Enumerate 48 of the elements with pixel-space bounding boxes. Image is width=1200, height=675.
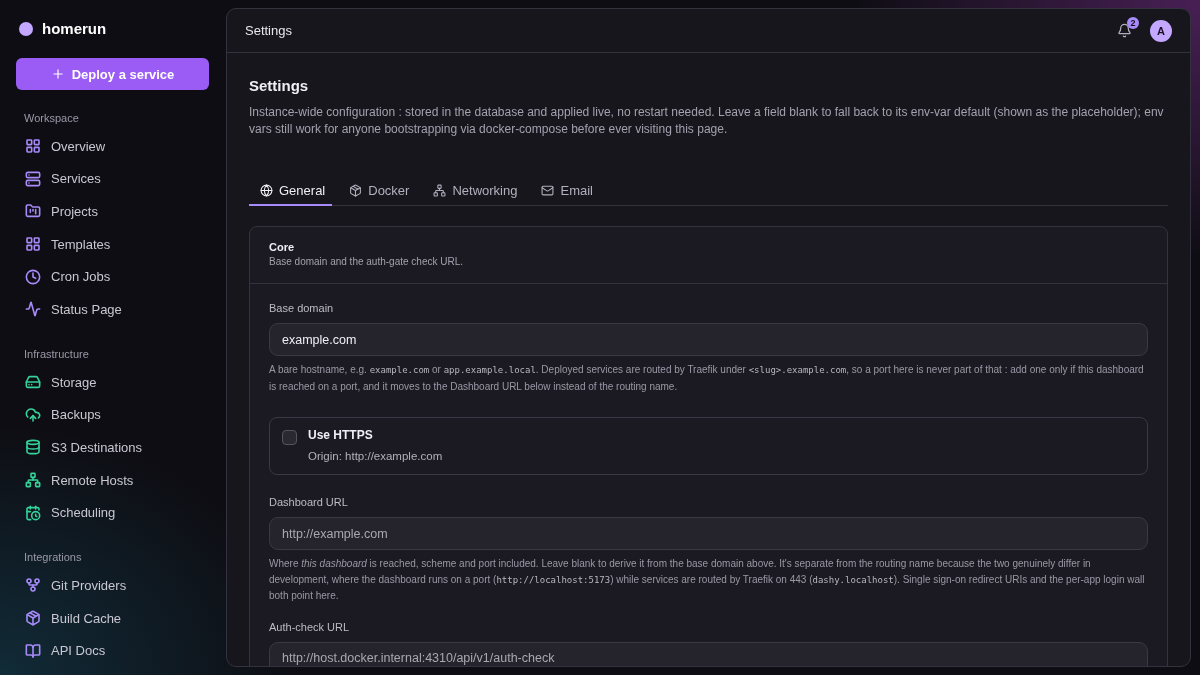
sidebar-item[interactable]: Templates	[16, 227, 210, 261]
sidebar-item[interactable]: Status Page	[16, 293, 210, 326]
settings-tab[interactable]: General	[249, 176, 333, 206]
plus-icon	[50, 67, 65, 82]
text-field[interactable]: example.com	[269, 323, 1148, 356]
notifications-icon[interactable]	[1117, 23, 1132, 38]
field-label: Base domain	[269, 302, 335, 314]
sidebar-item[interactable]: Scheduling	[16, 496, 210, 530]
brand-logo-icon	[19, 21, 33, 36]
sidebar-item[interactable]: Git Providers	[16, 569, 210, 602]
field-hint: A bare hostname, e.g. example.com or app.example.local. Deployed services are routed by Traefik under <slug>.example.com, so a port here is never part of that : add one only if this dashboard is reached on a port, and it moves to the Dashboard URL below instead of the routing name.	[269, 363, 1145, 394]
page-description: Instance-wide configuration : stored in the database and applied live, no restart needed. Leave a field blank to fall back to its env-var default (shown as the placeholder); env vars still work for anyone bootstrapping via docker-compose before ever visiting this page.	[249, 104, 1165, 138]
field-label: Auth-check URL	[269, 620, 351, 633]
sidebar-item[interactable]: API Docs	[16, 634, 210, 668]
brand-name: homerun	[42, 20, 107, 38]
page-title: Settings	[249, 77, 310, 94]
text-field[interactable]: http://host.docker.internal:4310/api/v1/auth-check	[269, 641, 1148, 666]
text-field[interactable]: http://example.com	[269, 517, 1148, 550]
field-hint: Where this dashboard is reached, scheme and port included. Leave blank to derive it from the base domain above. It's separate from the routing name because the two genuinely differ in development, where the dashboard runs on a port (http://localhost:5173) while services are routed by Traefik on 443 (dashy.localhost). Single sign-on redirect URIs and the per-app login wall both point here.	[269, 557, 1146, 603]
package-icon	[349, 183, 363, 197]
settings-tab[interactable]: Email	[530, 176, 600, 206]
sidebar-item[interactable]: Build Cache	[16, 601, 210, 635]
checkbox-label: Use HTTPS	[308, 428, 374, 442]
sidebar-item[interactable]: Remote Hosts	[16, 463, 210, 497]
globe-icon	[260, 183, 273, 197]
mail-icon	[541, 183, 555, 197]
option-detail: Origin: http://example.com	[308, 450, 443, 462]
sidebar-section-title: Integrations	[24, 551, 83, 564]
sidebar-section-title: Workspace	[24, 111, 80, 124]
card-subtitle: Base domain and the auth-gate check URL.	[269, 256, 464, 267]
page-header-title: Settings	[245, 23, 293, 38]
notification-count: 2	[1127, 17, 1139, 29]
user-avatar[interactable]: A	[1150, 19, 1172, 42]
sidebar-item[interactable]: Cron Jobs	[16, 260, 210, 294]
sidebar-item[interactable]: Storage	[16, 365, 210, 399]
settings-tab[interactable]: Docker	[338, 176, 417, 206]
sidebar-item[interactable]: S3 Destinations	[16, 431, 210, 464]
network-icon	[433, 183, 447, 197]
sidebar-item[interactable]: Overview	[16, 129, 210, 163]
deploy-button[interactable]: Deploy a service	[16, 58, 209, 90]
sidebar-section-title: Infrastructure	[24, 347, 90, 360]
sidebar-item[interactable]: Services	[16, 162, 210, 196]
sidebar-item[interactable]: Backups	[16, 398, 210, 432]
checkbox[interactable]	[282, 430, 297, 445]
field-label: Dashboard URL	[269, 496, 349, 508]
settings-tab[interactable]: Networking	[422, 176, 525, 206]
card-title: Core	[269, 241, 296, 253]
sidebar-item[interactable]: Projects	[16, 195, 210, 228]
